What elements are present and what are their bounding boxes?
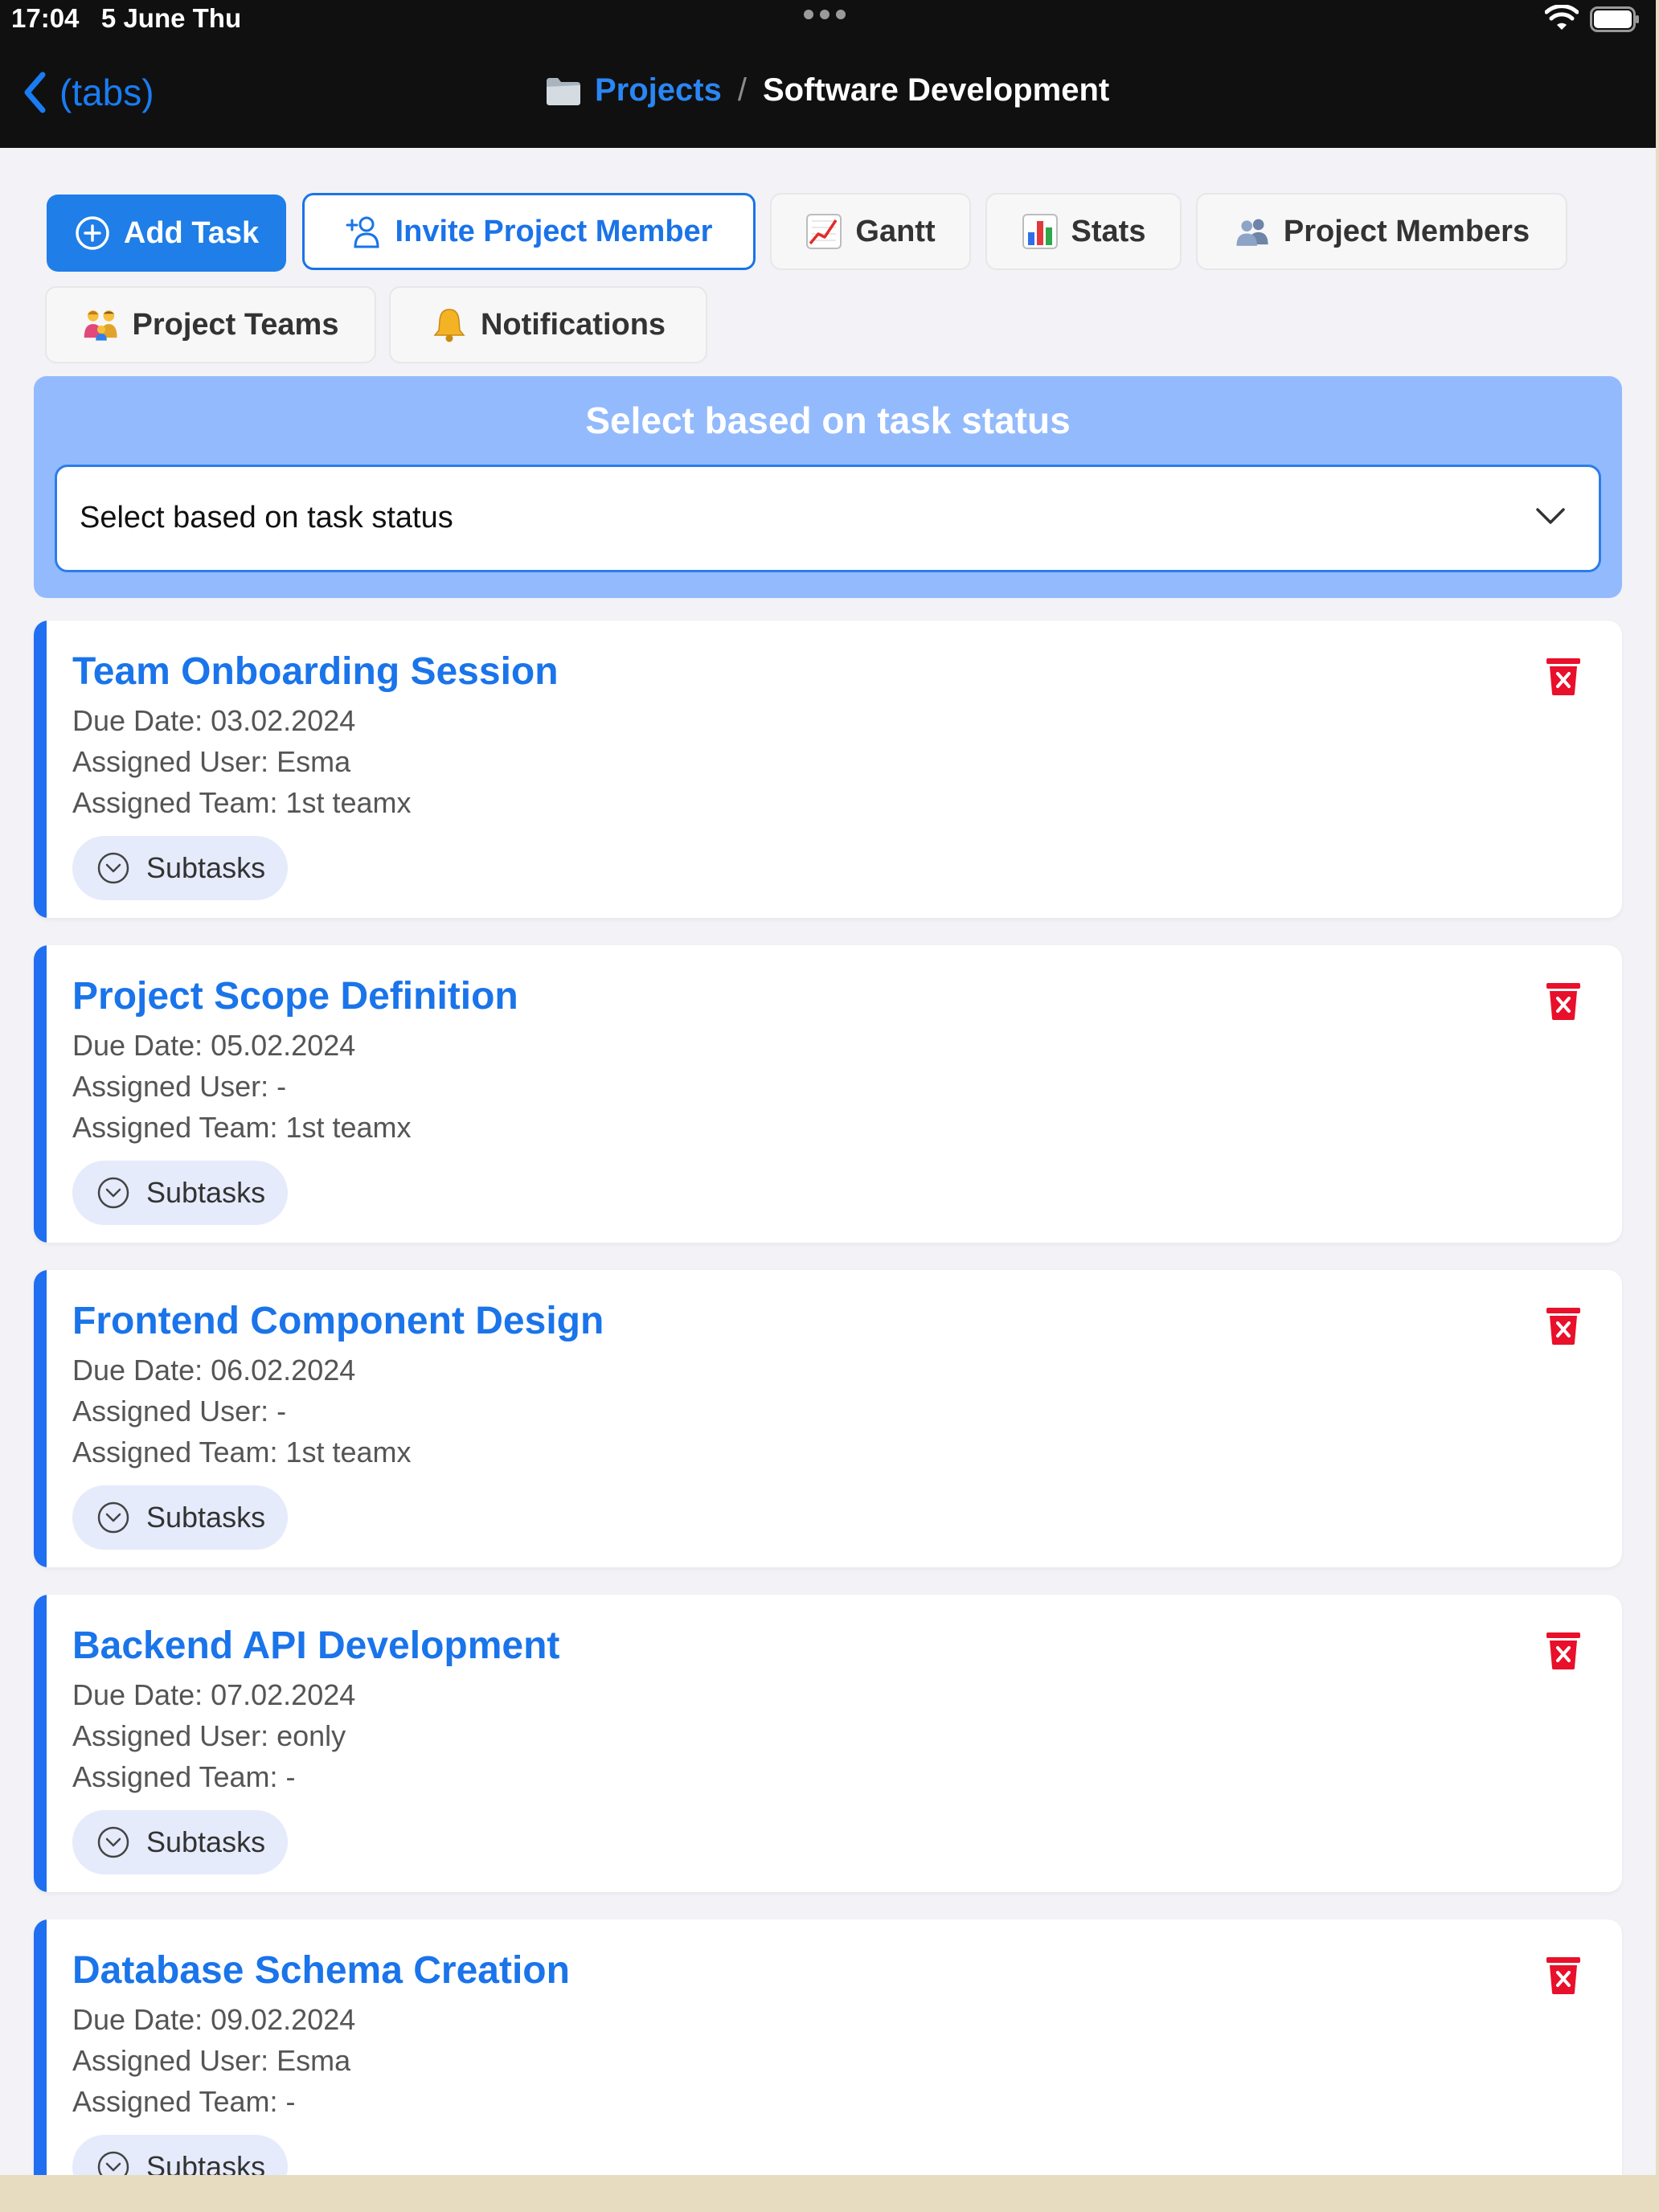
- multitasking-dots[interactable]: [804, 10, 846, 19]
- invite-member-button[interactable]: Invite Project Member: [302, 193, 756, 270]
- project-members-button[interactable]: Project Members: [1196, 193, 1567, 270]
- subtasks-label: Subtasks: [146, 2150, 266, 2175]
- trash-icon[interactable]: [1545, 981, 1582, 1021]
- status-select[interactable]: Select based on task status: [55, 465, 1601, 572]
- filter-title: Select based on task status: [585, 399, 1071, 441]
- project-teams-label: Project Teams: [132, 307, 339, 342]
- status-filter-panel: Select based on task status Select based…: [34, 376, 1622, 598]
- trash-icon[interactable]: [1545, 1305, 1582, 1346]
- bar-chart-icon: [1022, 214, 1058, 249]
- subtasks-toggle-button[interactable]: Subtasks: [72, 2135, 289, 2175]
- chevron-down-circle-icon: [97, 1177, 129, 1209]
- task-card[interactable]: Backend API Development Due Date: 07.02.…: [34, 1595, 1622, 1892]
- task-due-date: Due Date: 05.02.2024: [72, 1029, 356, 1062]
- breadcrumb-separator: /: [737, 72, 747, 108]
- task-assigned-team: Assigned Team: 1st teamx: [72, 786, 412, 819]
- gantt-label: Gantt: [855, 214, 936, 248]
- invite-member-label: Invite Project Member: [395, 214, 713, 248]
- project-teams-button[interactable]: Project Teams: [45, 286, 376, 363]
- task-title[interactable]: Database Schema Creation: [72, 1948, 570, 1993]
- task-assigned-user: Assigned User: Esma: [72, 2044, 351, 2077]
- breadcrumb: Projects / Software Development: [545, 72, 1109, 109]
- stats-label: Stats: [1071, 214, 1146, 248]
- task-due-date: Due Date: 07.02.2024: [72, 1678, 356, 1711]
- people-icon: [1236, 219, 1268, 246]
- task-title[interactable]: Project Scope Definition: [72, 974, 518, 1018]
- breadcrumb-current: Software Development: [762, 72, 1110, 108]
- trash-icon[interactable]: [1545, 1630, 1582, 1670]
- task-assigned-team: Assigned Team: 1st teamx: [72, 1436, 412, 1469]
- add-task-button[interactable]: Add Task: [47, 195, 286, 272]
- task-card[interactable]: Project Scope Definition Due Date: 05.02…: [34, 945, 1622, 1243]
- task-title[interactable]: Team Onboarding Session: [72, 649, 559, 694]
- status-time: 17:04 5 June Thu: [11, 3, 241, 34]
- bell-icon: [433, 309, 465, 342]
- task-card[interactable]: Team Onboarding Session Due Date: 03.02.…: [34, 621, 1622, 918]
- chevron-down-icon: [1536, 508, 1565, 524]
- plus-circle-icon: [76, 216, 109, 250]
- task-assigned-user: Assigned User: -: [72, 1070, 287, 1103]
- chevron-down-circle-icon: [97, 2151, 129, 2175]
- task-card[interactable]: Database Schema Creation Due Date: 09.02…: [34, 1919, 1622, 2175]
- breadcrumb-projects-link[interactable]: Projects: [595, 72, 722, 109]
- task-assigned-team: Assigned Team: 1st teamx: [72, 1111, 412, 1144]
- wifi-icon: [1545, 5, 1579, 30]
- task-assigned-user: Assigned User: eonly: [72, 1719, 346, 1752]
- task-due-date: Due Date: 09.02.2024: [72, 2003, 356, 2036]
- status-date: 5 June Thu: [100, 3, 242, 33]
- back-label: (tabs): [59, 72, 154, 113]
- trash-icon[interactable]: [1545, 1955, 1582, 1995]
- task-due-date: Due Date: 03.02.2024: [72, 704, 356, 737]
- app-screen: 17:04 5 June Thu (tabs) Projects / Softw…: [0, 0, 1656, 2175]
- status-select-value: Select based on task status: [80, 501, 453, 535]
- task-assigned-team: Assigned Team: -: [72, 1760, 296, 1793]
- chart-increasing-icon: [806, 214, 842, 249]
- gantt-button[interactable]: Gantt: [770, 193, 971, 270]
- subtasks-toggle-button[interactable]: Subtasks: [72, 836, 289, 900]
- subtasks-label: Subtasks: [146, 1501, 266, 1534]
- top-bar: 17:04 5 June Thu (tabs) Projects / Softw…: [0, 0, 1656, 148]
- subtasks-toggle-button[interactable]: Subtasks: [72, 1485, 289, 1550]
- add-person-icon: [346, 216, 379, 248]
- task-due-date: Due Date: 06.02.2024: [72, 1354, 356, 1387]
- task-card[interactable]: Frontend Component Design Due Date: 06.0…: [34, 1270, 1622, 1567]
- subtasks-toggle-button[interactable]: Subtasks: [72, 1161, 289, 1225]
- chevron-down-circle-icon: [97, 1826, 129, 1858]
- battery-icon: [1590, 6, 1639, 32]
- chevron-left-icon: [24, 72, 46, 113]
- add-task-label: Add Task: [123, 215, 260, 250]
- subtasks-label: Subtasks: [146, 1176, 266, 1209]
- notifications-button[interactable]: Notifications: [389, 286, 707, 363]
- trash-icon[interactable]: [1545, 656, 1582, 696]
- stats-button[interactable]: Stats: [985, 193, 1182, 270]
- task-assigned-user: Assigned User: Esma: [72, 745, 351, 778]
- back-button[interactable]: (tabs): [23, 71, 154, 114]
- chevron-down-circle-icon: [97, 852, 129, 884]
- notifications-label: Notifications: [480, 307, 666, 342]
- subtasks-label: Subtasks: [146, 851, 266, 884]
- task-assigned-team: Assigned Team: -: [72, 2085, 296, 2118]
- task-title[interactable]: Backend API Development: [72, 1624, 559, 1668]
- subtasks-label: Subtasks: [146, 1825, 266, 1858]
- task-title[interactable]: Frontend Component Design: [72, 1299, 604, 1343]
- family-icon: [84, 310, 117, 341]
- chevron-down-circle-icon: [97, 1501, 129, 1534]
- status-clock: 17:04: [11, 3, 80, 33]
- project-members-label: Project Members: [1283, 214, 1530, 248]
- task-assigned-user: Assigned User: -: [72, 1395, 287, 1428]
- folder-icon: [547, 77, 580, 105]
- subtasks-toggle-button[interactable]: Subtasks: [72, 1810, 289, 1874]
